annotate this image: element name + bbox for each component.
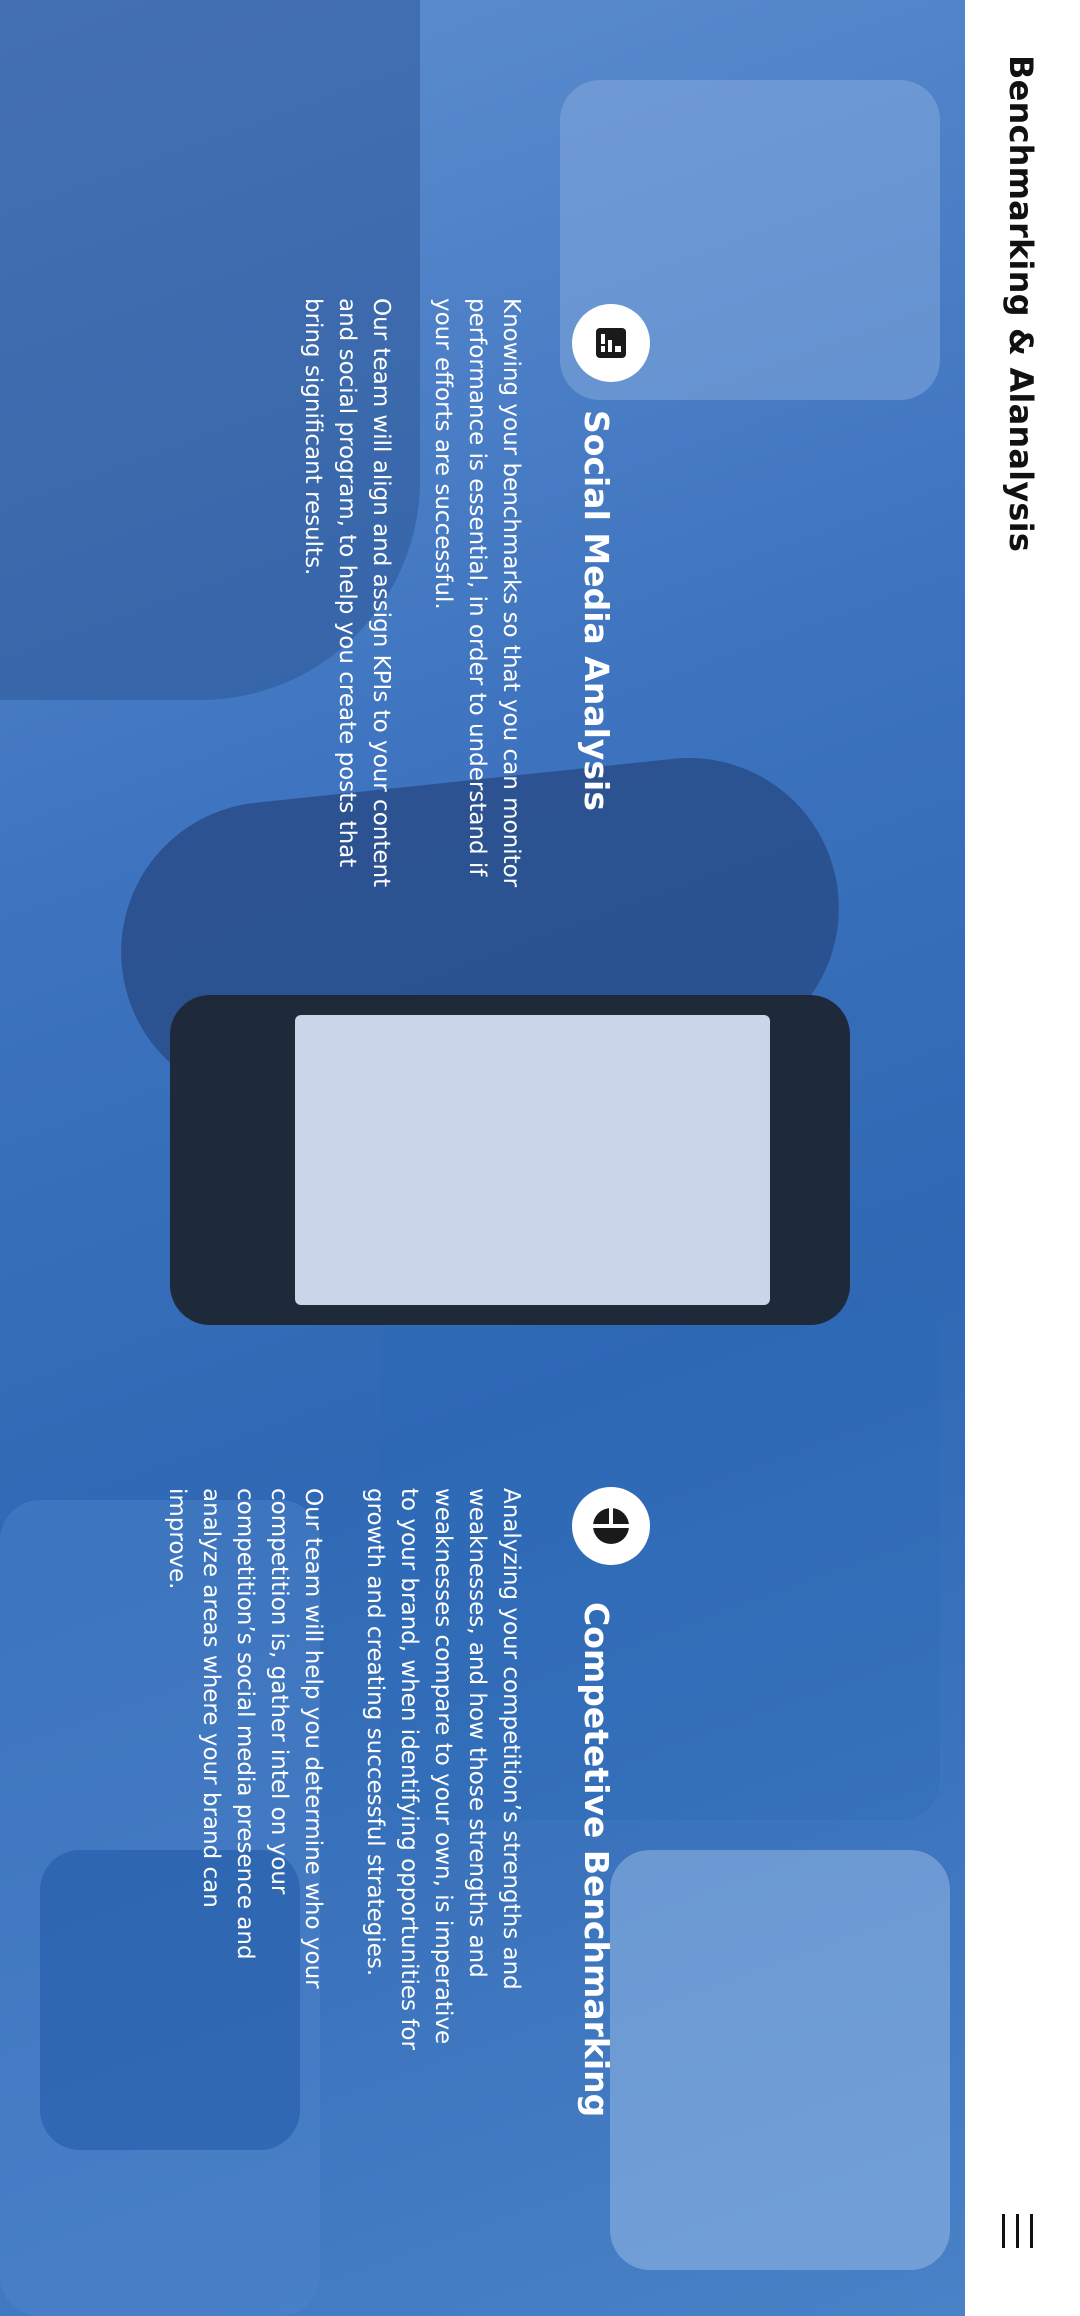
page-title: Benchmarking & Alanalysis [1002,55,1040,553]
section-paragraph: Analyzing your competition’s strengths a… [362,1488,524,2050]
section-paragraph: Our team will help you determine who you… [164,1488,326,1989]
section-paragraph: Our team will align and assign KPIs to y… [300,298,394,888]
pie-chart-icon [592,1507,630,1544]
menu-button[interactable] [996,2210,1042,2252]
phone-screen [295,1015,770,1305]
section-paragraph: Knowing your benchmarks so that you can … [430,298,524,888]
section-heading: Competetive Benchmarking [577,1602,616,2118]
page: Benchmarking & Alanalysis Social Media A… [0,0,1080,2316]
section-heading: Social Media Analysis [577,410,616,812]
chart-icon [596,328,626,358]
section-icon [572,1487,650,1565]
section-icon [572,304,650,382]
